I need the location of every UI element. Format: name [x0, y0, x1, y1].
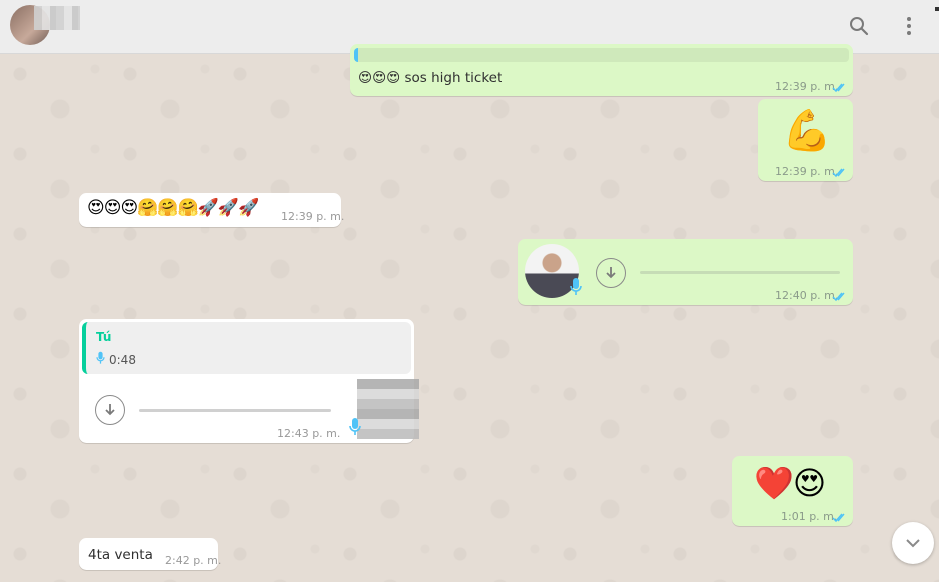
message-bubble-incoming[interactable]: 😍😍😍🤗🤗🤗🚀🚀🚀 12:39 p. m.	[79, 193, 345, 227]
window-corner-mark	[935, 7, 939, 11]
quoted-message[interactable]: Tú 0:48	[82, 322, 411, 374]
chevron-down-icon	[906, 539, 920, 548]
read-receipt-icon	[832, 292, 845, 302]
voice-message-incoming[interactable]: Tú 0:48 12:43 p. m.	[79, 319, 419, 443]
message-time: 12:43 p. m.	[277, 427, 341, 440]
emoji-message: 💪	[782, 108, 832, 154]
emoji-message: 😍😍😍🤗🤗🤗🚀🚀🚀	[87, 198, 259, 218]
download-arrow-icon	[606, 267, 616, 279]
message-time: 2:42 p. m.	[165, 554, 222, 567]
message-time: 12:39 p. m.	[775, 80, 839, 93]
read-receipt-icon	[832, 513, 845, 523]
quote-author: Tú	[96, 330, 112, 344]
message-bubble-outgoing[interactable]: ❤️😍 1:01 p. m.	[732, 456, 853, 526]
message-text: 4ta venta	[88, 547, 153, 563]
kebab-menu-icon[interactable]	[896, 13, 922, 39]
quoted-message-preview[interactable]	[354, 48, 849, 62]
microphone-icon	[349, 418, 361, 435]
audio-progress-track[interactable]	[640, 271, 840, 274]
message-bubble-incoming[interactable]: 4ta venta 2:42 p. m.	[79, 538, 222, 570]
scroll-to-bottom-button[interactable]	[892, 522, 934, 564]
read-receipt-icon	[832, 168, 845, 178]
message-time: 12:39 p. m.	[775, 165, 839, 178]
download-audio-button[interactable]	[596, 258, 626, 288]
emoji-message: ❤️😍	[754, 464, 826, 502]
message-time: 12:40 p. m.	[775, 289, 839, 302]
contact-name-redacted[interactable]	[34, 6, 80, 30]
search-icon[interactable]	[846, 13, 872, 39]
message-bubble-outgoing[interactable]: 💪 12:39 p. m.	[758, 99, 853, 181]
voice-message-outgoing[interactable]: 12:40 p. m.	[518, 239, 853, 305]
quote-duration: 0:48	[109, 353, 136, 367]
microphone-icon	[96, 351, 105, 364]
message-time: 12:39 p. m.	[281, 210, 345, 223]
download-arrow-icon	[105, 404, 115, 416]
download-audio-button[interactable]	[95, 395, 125, 425]
message-text: 😍😍😍 sos high ticket	[358, 70, 503, 86]
message-time: 1:01 p. m.	[781, 510, 838, 523]
microphone-icon	[570, 278, 582, 295]
message-bubble-outgoing[interactable]: 😍😍😍 sos high ticket 12:39 p. m.	[350, 44, 853, 96]
read-receipt-icon	[832, 83, 845, 93]
sender-avatar-redacted	[357, 379, 419, 439]
audio-progress-track[interactable]	[139, 409, 331, 412]
